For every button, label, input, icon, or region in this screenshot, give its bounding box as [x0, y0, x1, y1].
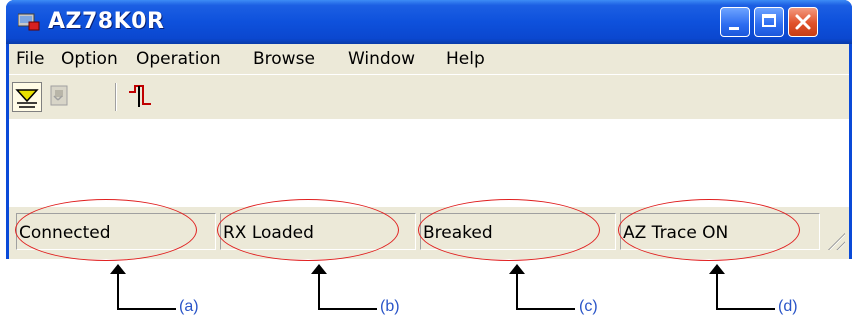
trace-signal-icon — [129, 85, 151, 107]
menu-browse[interactable]: Browse — [253, 49, 315, 69]
leader-arrow-d — [709, 264, 775, 310]
window-title: AZ78K0R — [48, 9, 165, 34]
menu-operation[interactable]: Operation — [136, 49, 221, 69]
minimize-button[interactable] — [720, 7, 750, 37]
callout-ellipse-a — [15, 199, 197, 261]
close-icon — [795, 14, 811, 30]
trace-button[interactable] — [126, 82, 156, 112]
callout-label-c: (c) — [579, 298, 598, 315]
load-button[interactable] — [45, 82, 75, 112]
callout-label-d: (d) — [778, 298, 798, 315]
callout-ellipse-d — [618, 199, 800, 261]
callout-ellipse-b — [217, 199, 399, 261]
leader-arrow-a — [110, 264, 176, 310]
leader-arrow-c — [509, 264, 575, 310]
load-icon — [50, 85, 68, 106]
maximize-icon — [762, 14, 776, 27]
client-area — [9, 119, 849, 207]
leader-arrow-b — [311, 264, 377, 310]
toolbar — [9, 74, 849, 119]
menu-file[interactable]: File — [16, 49, 44, 69]
close-button[interactable] — [788, 7, 818, 37]
minimize-icon — [729, 27, 739, 30]
callout-ellipse-c — [418, 199, 600, 261]
menu-bar: File Option Operation Browse Window Help — [9, 44, 849, 74]
title-bar[interactable]: AZ78K0R — [6, 0, 852, 44]
filter-button[interactable] — [12, 82, 42, 112]
app-icon — [18, 13, 40, 31]
resize-grip[interactable] — [825, 230, 845, 250]
maximize-button[interactable] — [754, 7, 784, 37]
callout-label-a: (a) — [179, 298, 199, 315]
filter-icon — [15, 89, 39, 108]
menu-window[interactable]: Window — [348, 49, 415, 69]
toolbar-separator — [115, 83, 117, 111]
menu-help[interactable]: Help — [446, 49, 485, 69]
menu-option[interactable]: Option — [61, 49, 118, 69]
callout-label-b: (b) — [380, 298, 400, 315]
